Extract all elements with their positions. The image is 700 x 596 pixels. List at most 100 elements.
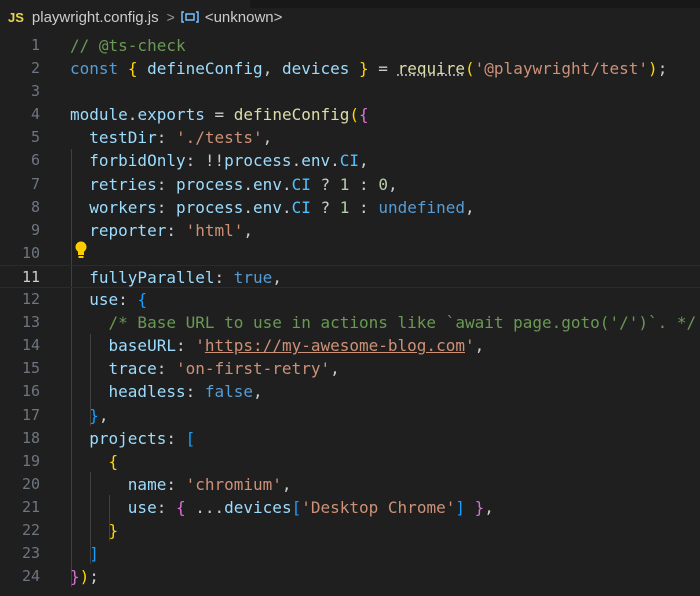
code-line[interactable]: 14 baseURL: 'https://my-awesome-blog.com… [0,334,700,357]
code-token: ... [185,497,225,517]
code-line[interactable]: 21 use: { ...devices['Desktop Chrome'] }… [0,496,700,519]
symbol-variable-icon [181,10,199,24]
code-text: use: { ...devices['Desktop Chrome'] }, [70,496,494,519]
code-token: ( [465,59,475,79]
code-line[interactable]: 2 const { defineConfig, devices } = requi… [0,57,700,80]
code-text: projects: [ [70,427,195,450]
code-token: projects [70,428,167,448]
code-token: process [175,174,244,194]
code-token: './tests' [175,128,263,148]
code-token: defineConfig [137,59,263,79]
code-line[interactable]: 8 workers: process.env.CI ? 1 : undefine… [0,196,700,219]
code-editor[interactable]: 1 // @ts-check 2 const { defineConfig, devi… [0,34,700,588]
code-token: : [166,428,186,448]
code-token: ? [310,197,340,217]
code-text: reporter: 'html', [70,219,253,242]
code-token: use [70,290,119,310]
line-number: 4 [30,105,40,124]
code-line[interactable]: 10 [0,242,700,265]
line-number: 15 [21,359,40,378]
code-token: , [98,405,109,425]
code-token: , [359,151,369,171]
code-token: undefined [378,197,466,217]
code-line[interactable]: 3 [0,80,700,103]
code-line[interactable]: 5 testDir: './tests', [0,126,700,149]
code-token: process [224,151,292,171]
code-token: : [175,336,196,356]
code-token: module [70,105,128,125]
code-line[interactable]: 12 use: { [0,288,700,311]
code-token: , [262,59,282,79]
code-token: CI [291,174,311,194]
code-line[interactable]: 4 module.exports = defineConfig({ [0,103,700,126]
code-text: module.exports = defineConfig({ [70,103,369,126]
line-number: 16 [21,382,40,401]
code-line[interactable]: 9 reporter: 'html', [0,219,700,242]
tab-strip [250,0,700,8]
code-line[interactable]: 6 forbidOnly: !!process.env.CI, [0,149,700,172]
code-line[interactable]: 22 } [0,519,700,542]
javascript-file-icon: JS [8,9,24,25]
code-line[interactable]: 17 }, [0,404,700,427]
code-token: } [359,59,369,79]
code-token: ) [79,567,90,587]
code-token: https://my-awesome-blog.com [204,336,465,356]
code-line[interactable]: 18 projects: [ [0,427,700,450]
code-token: env [253,174,282,194]
code-token: ] [89,544,99,564]
code-token: baseURL [70,336,176,356]
code-token: ] [455,497,465,517]
code-line[interactable]: 15 trace: 'on-first-retry', [0,357,700,380]
code-token: devices [281,59,350,79]
code-token: { [175,497,186,517]
code-token: , [281,474,292,494]
code-token: : !! [185,151,225,171]
code-token: 'Desktop Chrome' [301,497,456,517]
breadcrumb-symbol[interactable]: <unknown> [205,9,283,26]
code-token: 0 [378,174,388,194]
code-token: . [281,197,292,217]
line-number: 20 [21,474,40,493]
code-line[interactable]: 16 headless: false, [0,380,700,403]
code-line[interactable]: 24}); [0,565,700,588]
code-token: false [204,382,254,402]
code-text: forbidOnly: !!process.env.CI, [70,149,369,172]
code-line[interactable]: 20 name: 'chromium', [0,473,700,496]
code-text: // @ts-check [70,34,186,57]
code-line[interactable]: 1 // @ts-check [0,34,700,57]
code-token: { [137,290,148,310]
code-token: , [272,267,282,287]
code-token: { [127,59,138,79]
code-token: require [397,59,466,79]
code-token: : [185,382,205,402]
code-token: { [108,451,119,471]
code-line[interactable]: 13 /* Base URL to use in actions like `a… [0,311,700,334]
code-line[interactable]: 23 ] [0,542,700,565]
line-number: 22 [21,520,40,539]
code-token: process [175,197,244,217]
code-text: workers: process.env.CI ? 1 : undefined, [70,196,475,219]
code-token: true [233,267,273,287]
line-number: 7 [30,174,40,193]
code-token: . [127,105,138,125]
breadcrumb-file[interactable]: playwright.config.js [32,9,159,26]
code-token: : [156,497,176,517]
code-token: , [465,197,475,217]
code-token: // @ts-check [70,36,186,55]
code-token: ; [89,567,99,587]
code-token: ( [349,105,360,125]
lightbulb-icon[interactable] [74,241,88,263]
code-line[interactable]: 7 retries: process.env.CI ? 1 : 0, [0,173,700,196]
line-number: 17 [21,405,40,424]
code-line[interactable]: 11 fullyParallel: true, [0,264,700,289]
code-token: 'on-first-retry' [175,359,331,379]
code-token: defineConfig [233,105,350,125]
code-line[interactable]: 19 { [0,450,700,473]
code-token: , [330,359,340,379]
code-token: fullyParallel [70,267,215,287]
code-token: ' [464,336,475,356]
